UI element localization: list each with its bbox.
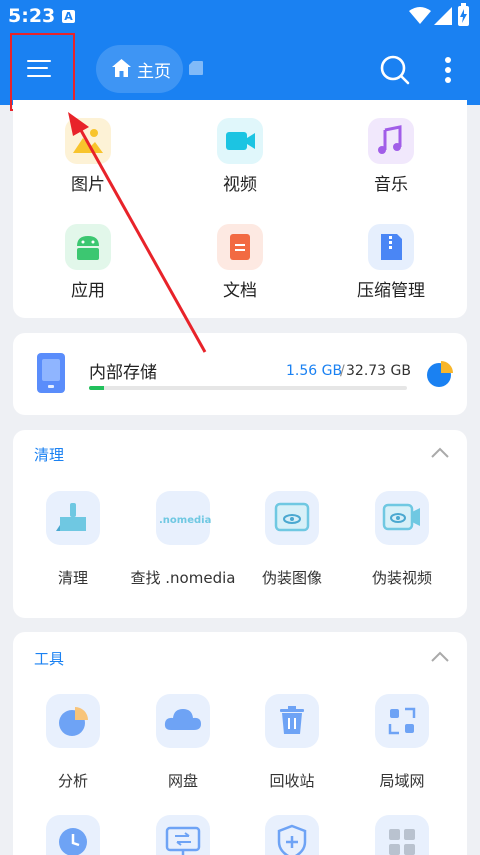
music-icon — [368, 118, 414, 164]
hidden-video-label: 伪装视频 — [371, 569, 432, 587]
hidden-video-item[interactable]: 伪装视频 — [342, 491, 462, 588]
storage-total: 32.73 GB — [346, 363, 411, 379]
tools-section: 工具 分析 网盘 回收站 局域网 — [13, 632, 467, 855]
recycle-bin-item[interactable]: 回收站 — [232, 694, 352, 791]
find-nomedia-item[interactable]: .nomedia 查找 .nomedia — [123, 491, 243, 588]
category-label: 文档 — [223, 281, 257, 301]
recycle-bin-icon — [265, 694, 319, 748]
analyze-pie-icon — [46, 694, 100, 748]
category-music[interactable]: 音乐 — [336, 118, 446, 195]
home-tab-label: 主页 — [137, 62, 171, 82]
category-label: 图片 — [71, 175, 105, 195]
storage-progress-fill — [89, 386, 105, 390]
storage-progress-bar — [89, 386, 407, 390]
category-card: 图片 视频 音乐 应用 文档 压缩管理 — [13, 100, 467, 318]
cloud-icon — [156, 694, 210, 748]
monitor-transfer-icon — [156, 815, 210, 855]
wifi-icon — [409, 7, 431, 24]
clean-item[interactable]: 清理 — [13, 491, 133, 588]
tools-section-title: 工具 — [34, 650, 65, 668]
category-apps[interactable]: 应用 — [33, 224, 143, 301]
hidden-image-icon — [265, 491, 319, 545]
broom-icon — [46, 491, 100, 545]
tool-item-5[interactable] — [13, 815, 133, 855]
clock-icon — [46, 815, 100, 855]
phone-storage-icon — [37, 353, 65, 393]
archive-icon — [368, 224, 414, 270]
analyze-label: 分析 — [57, 772, 88, 790]
home-tab[interactable]: 主页 — [96, 45, 183, 93]
collapse-chevron-icon[interactable] — [431, 651, 449, 662]
video-icon — [217, 118, 263, 164]
nomedia-icon: .nomedia — [156, 491, 212, 545]
lan-icon — [375, 694, 429, 748]
internal-storage-card[interactable]: 内部存储 1.56 GB / 32.73 GB — [13, 333, 467, 415]
more-options-icon[interactable] — [438, 54, 458, 86]
category-label: 音乐 — [374, 175, 408, 195]
clean-item-label: 清理 — [57, 569, 88, 587]
nomedia-icon-text: .nomedia — [159, 515, 212, 526]
home-icon — [112, 59, 131, 77]
hidden-video-icon — [375, 491, 429, 545]
cloud-drive-item[interactable]: 网盘 — [123, 694, 243, 791]
category-label: 压缩管理 — [357, 281, 425, 301]
lan-label: 局域网 — [379, 772, 425, 790]
status-time: 5:23 — [8, 5, 56, 27]
category-videos[interactable]: 视频 — [185, 118, 295, 195]
cellular-signal-icon — [434, 7, 452, 25]
hidden-image-item[interactable]: 伪装图像 — [232, 491, 352, 588]
tool-item-7[interactable] — [232, 815, 352, 855]
clean-section-title: 清理 — [34, 446, 65, 464]
grid-apps-icon — [375, 815, 429, 855]
clean-section: 清理 清理 .nomedia 查找 .nomedia 伪装图像 伪装视频 — [13, 430, 467, 618]
tool-item-6[interactable] — [123, 815, 243, 855]
notification-a-icon: A — [62, 10, 75, 23]
hamburger-menu-icon — [27, 60, 51, 62]
hidden-image-label: 伪装图像 — [261, 569, 322, 587]
category-label: 应用 — [71, 281, 105, 301]
storage-used: 1.56 GB — [286, 363, 343, 379]
document-icon — [217, 224, 263, 270]
cloud-drive-label: 网盘 — [167, 772, 198, 790]
category-documents[interactable]: 文档 — [185, 224, 295, 301]
charging-bolt-icon — [460, 9, 467, 23]
sd-card-icon[interactable] — [189, 61, 203, 75]
tool-item-8[interactable] — [342, 815, 462, 855]
collapse-chevron-icon[interactable] — [431, 447, 449, 458]
recycle-bin-label: 回收站 — [269, 772, 315, 790]
storage-separator: / — [340, 363, 345, 379]
category-images[interactable]: 图片 — [33, 118, 143, 195]
lan-item[interactable]: 局域网 — [342, 694, 462, 791]
image-icon — [65, 118, 111, 164]
storage-pie-icon[interactable] — [426, 360, 454, 388]
shield-plus-icon — [265, 815, 319, 855]
search-icon[interactable] — [379, 54, 411, 86]
category-archives[interactable]: 压缩管理 — [336, 224, 446, 301]
status-bar: 5:23 A — [0, 0, 480, 32]
analyze-item[interactable]: 分析 — [13, 694, 133, 791]
find-nomedia-label: 查找 .nomedia — [130, 569, 236, 587]
storage-name: 内部存储 — [89, 363, 157, 383]
category-label: 视频 — [223, 175, 257, 195]
android-icon — [65, 224, 111, 270]
top-app-bar: 5:23 A 主页 — [0, 0, 480, 111]
